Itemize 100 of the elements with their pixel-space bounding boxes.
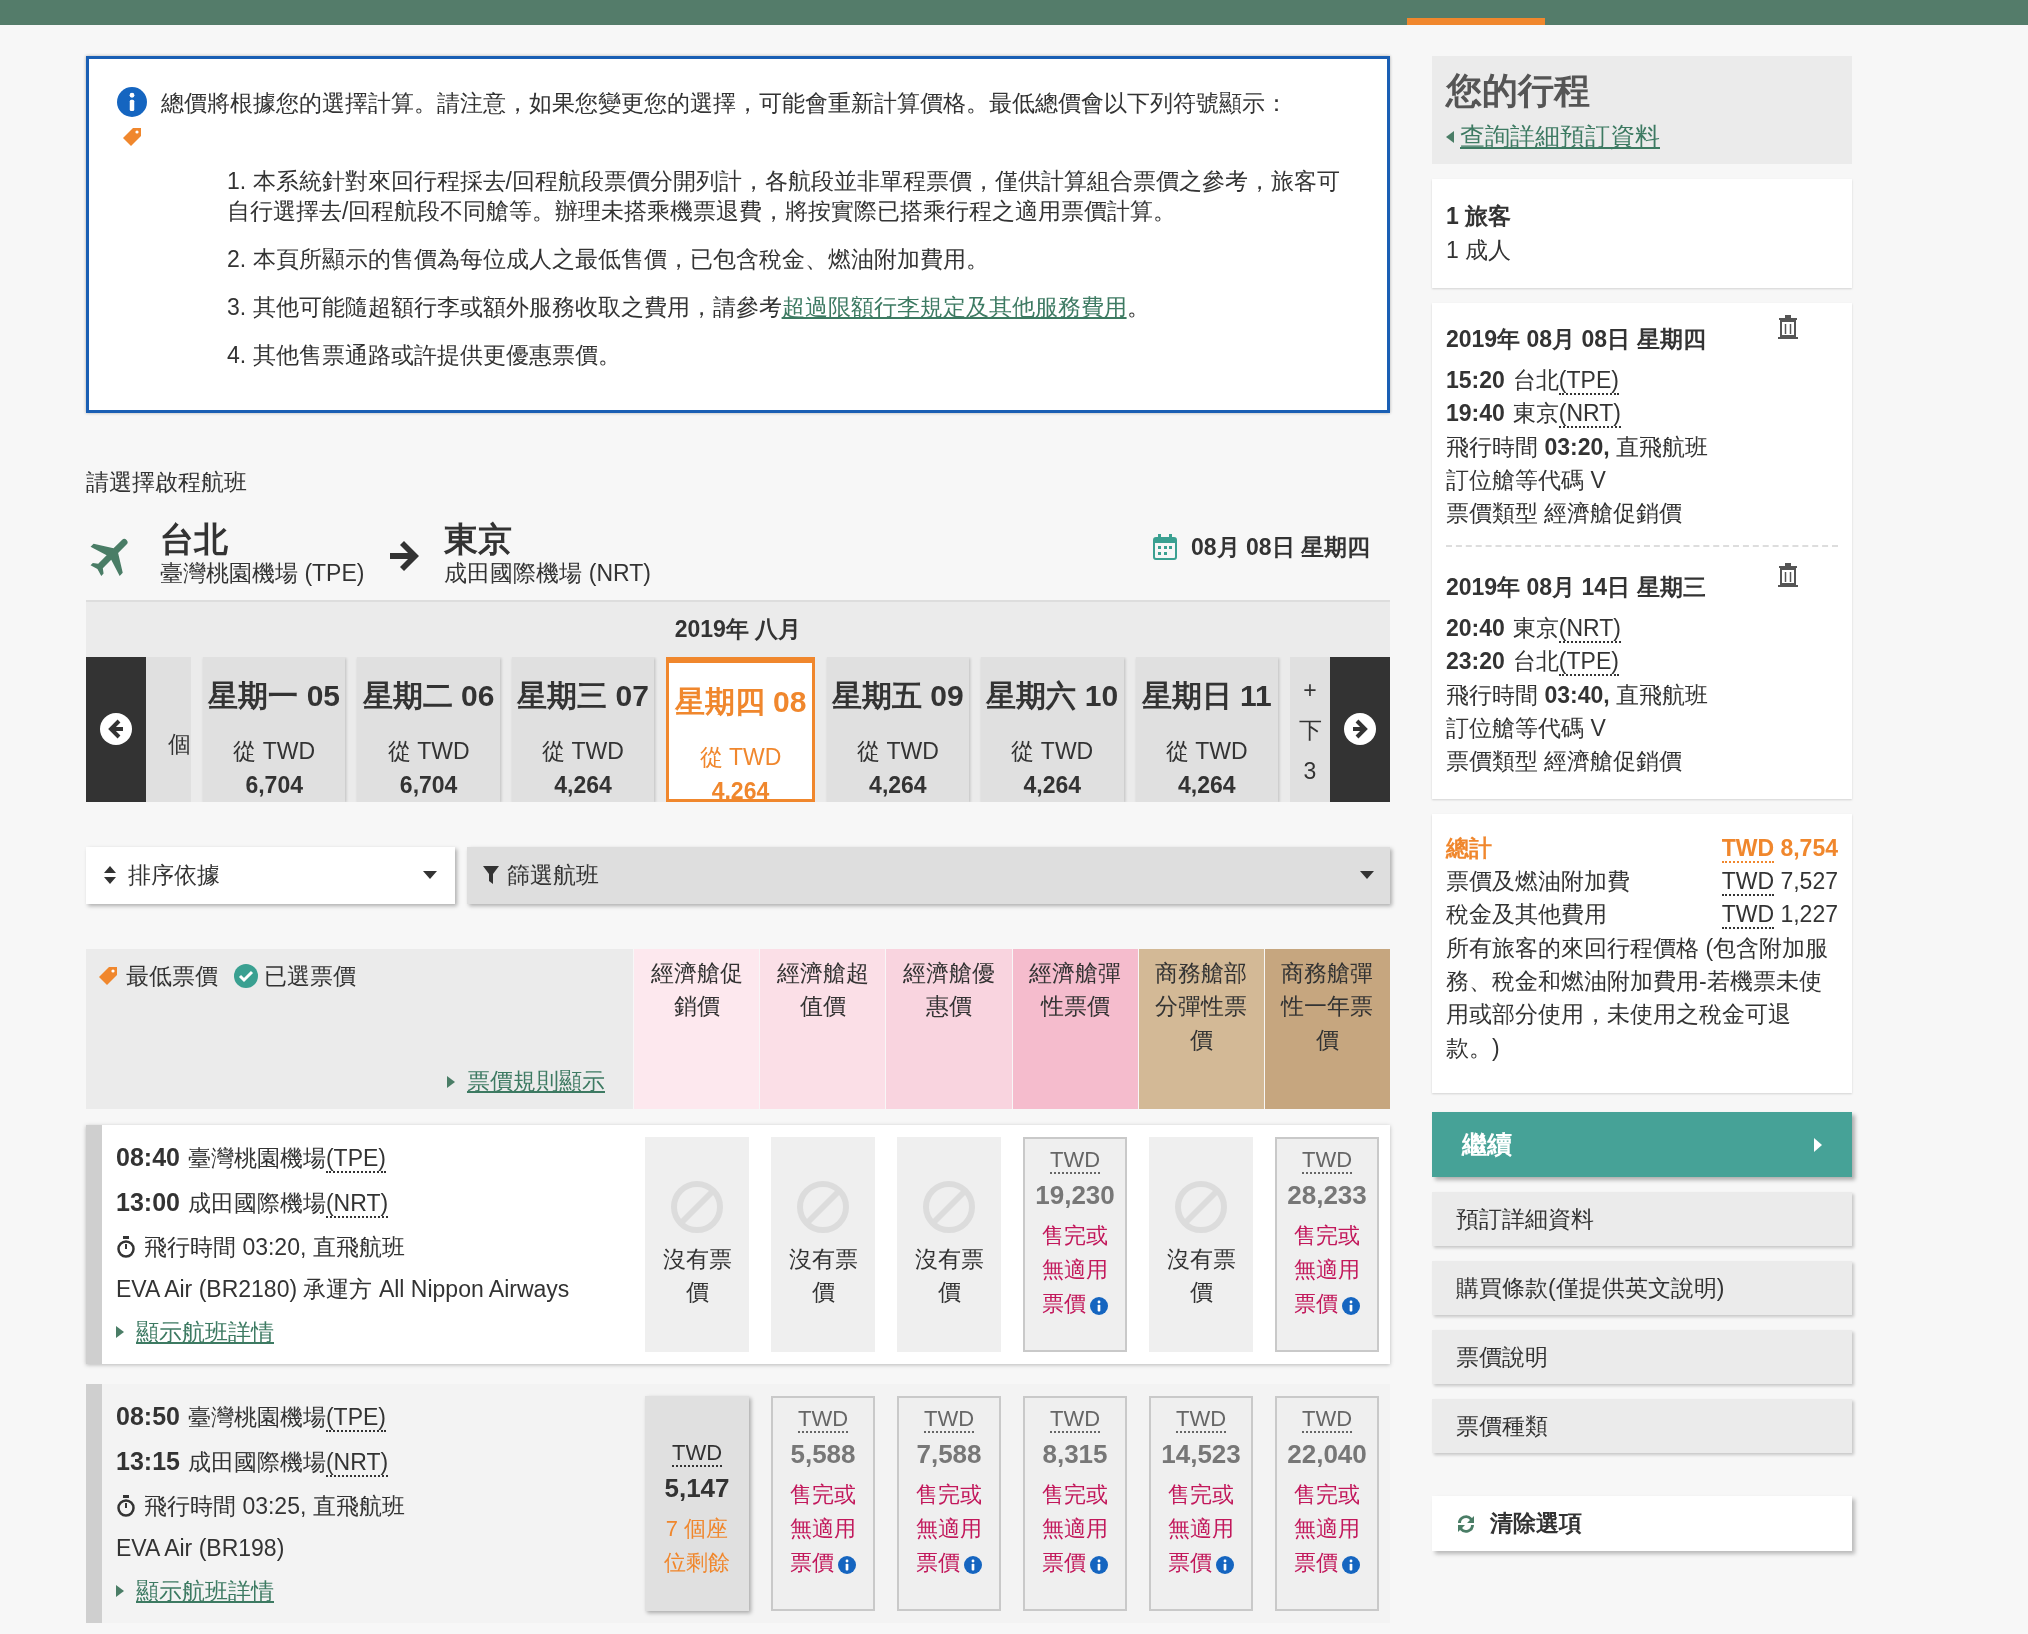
sold-out-note: 售完或無適用票價 bbox=[915, 1480, 983, 1578]
arrow-right-icon bbox=[1343, 712, 1377, 747]
total-amount: TWD 8,754 bbox=[1721, 833, 1838, 865]
date-tile[interactable]: 星期五 09 從 TWD 4,264 bbox=[826, 656, 970, 802]
trash-icon[interactable] bbox=[1778, 314, 1798, 339]
currency-code: TWD bbox=[1301, 1146, 1353, 1174]
caret-icon bbox=[447, 1075, 455, 1088]
fare-option[interactable]: TWD 5,147 7 個座位剩餘 bbox=[645, 1395, 749, 1611]
info-button[interactable]: 預訂詳細資料 bbox=[1432, 1192, 1852, 1247]
total-note: 所有旅客的來回行程價格 (包含附加服務、稅金和燃油附加費用-若機票未使用或部分使用，未使用之稅金可退款。) bbox=[1446, 933, 1830, 1063]
date-tile[interactable]: 星期六 10 從 TWD 4,264 bbox=[981, 656, 1124, 802]
total-label: 總計 bbox=[1446, 833, 1492, 863]
filter-icon bbox=[483, 866, 499, 885]
fare-type: 票價類型 經濟艙促銷價 bbox=[1446, 499, 1684, 529]
date-tile-text: 3 bbox=[1303, 756, 1317, 786]
info-icon bbox=[1090, 1556, 1108, 1575]
no-fare-text: 沒有票價 bbox=[787, 1245, 859, 1308]
currency-code: TWD bbox=[1049, 1405, 1101, 1433]
arrival-airport: 成田國際機場(NRT) bbox=[187, 1448, 389, 1480]
segment-time: 23:20 bbox=[1446, 647, 1505, 677]
itinerary-title: 您的行程 bbox=[1446, 69, 1591, 113]
info-button[interactable]: 票價種類 bbox=[1432, 1399, 1852, 1454]
departure-airport: 臺灣桃園機場(TPE) bbox=[187, 1402, 386, 1434]
next-button[interactable] bbox=[1330, 656, 1390, 802]
segment-time: 20:40 bbox=[1446, 613, 1505, 643]
fare-column-header: 商務艙部分彈性票價 bbox=[1138, 948, 1264, 1109]
carrier-info: EVA Air (BR2180) 承運方 All Nippon Airways bbox=[116, 1275, 571, 1305]
filter-dropdown[interactable]: 篩選航班 bbox=[467, 846, 1390, 904]
caret-down-icon bbox=[423, 871, 437, 880]
date-tile[interactable]: 星期一 05 從 TWD 6,704 bbox=[203, 656, 346, 802]
fare-rules-link[interactable]: 票價規則顯示 bbox=[467, 1064, 605, 1099]
selected-date: 08月 08日 星期四 bbox=[1191, 532, 1370, 562]
segment-place: 東京(NRT) bbox=[1512, 613, 1621, 645]
departure-time: 08:50 bbox=[116, 1400, 180, 1432]
destination-city: 東京 bbox=[444, 521, 514, 556]
date-tile[interactable]: 星期三 07 從 TWD 4,264 bbox=[511, 656, 655, 802]
date-tile[interactable]: 星期二 06 從 TWD 6,704 bbox=[357, 656, 500, 802]
origin-airport: 臺灣桃園機場 (TPE) bbox=[160, 558, 365, 588]
airport-code: (TPE) bbox=[325, 1144, 386, 1173]
date-tile[interactable]: + 下 3 bbox=[1290, 656, 1330, 802]
sort-icon bbox=[104, 866, 116, 885]
caret-down-icon bbox=[1360, 871, 1374, 880]
origin-city: 台北 bbox=[160, 521, 229, 556]
info-button[interactable]: 票價說明 bbox=[1432, 1330, 1852, 1385]
stopwatch-icon bbox=[116, 1236, 136, 1259]
segment-duration: 飛行時間 03:20, 直飛航班 bbox=[1446, 432, 1709, 462]
departure-time: 08:40 bbox=[116, 1141, 180, 1173]
segment-time: 19:40 bbox=[1446, 399, 1505, 429]
caret-icon bbox=[116, 1326, 124, 1339]
currency-code: TWD bbox=[1721, 867, 1775, 896]
fare-price: 14,523 bbox=[1161, 1437, 1241, 1471]
flight-duration: 飛行時間 03:20, 直飛航班 bbox=[144, 1232, 405, 1262]
fare-type: 票價類型 經濟艙促銷價 bbox=[1446, 747, 1684, 777]
flight-row[interactable]: 08:40 臺灣桃園機場(TPE) 13:00 成田國際機場(NRT) 飛行時間 03:20, 直飛航班 EVA Air (BR2180) 承運方 All Nippon Airways 顯示航班詳情 沒有票價 沒有票價 沒有票價 TWD 19,230 售完或無適用票價 沒有票價 TWD 28,233 售完或無適用票價 bbox=[86, 1124, 1390, 1364]
cost-amount: TWD 7,527 bbox=[1721, 866, 1838, 898]
fare-column-header: 經濟艙超值價 bbox=[760, 948, 886, 1109]
clear-selection-button[interactable]: 清除選項 bbox=[1432, 1496, 1852, 1552]
currency-code: TWD bbox=[923, 1405, 975, 1433]
segment-date: 2019年 08月 08日 星期四 bbox=[1446, 324, 1706, 354]
sold-out-note: 售完或無適用票價 bbox=[1293, 1480, 1361, 1578]
segment-duration: 飛行時間 03:40, 直飛航班 bbox=[1446, 680, 1709, 710]
segment-place: 台北(TPE) bbox=[1512, 365, 1619, 397]
trash-icon[interactable] bbox=[1778, 562, 1798, 587]
no-fare-text: 沒有票價 bbox=[913, 1245, 985, 1308]
info-icon bbox=[1216, 1556, 1234, 1575]
notice-item: 3. 其他可能隨超額行李或額外服務收取之費用，請參考超過限額行李規定及其他服務費用。 bbox=[227, 292, 1151, 322]
sold-out-note: 售完或無適用票價 bbox=[1041, 1480, 1109, 1578]
baggage-fees-link[interactable]: 超過限額行李規定及其他服務費用 bbox=[781, 293, 1127, 320]
info-button[interactable]: 購買條款(僅提供英文說明) bbox=[1432, 1261, 1852, 1316]
cost-label: 稅金及其他費用 bbox=[1446, 900, 1607, 930]
notice-item: 1. 本系統針對來回行程採去/回程航段票價分開列計，各航段並非單程票價，僅供計算組合票價之參考，旅客可自行選擇去/回程航段不同艙等。辦理未搭乘機票退費，將按實際已搭乘行程之適用票價計算。 bbox=[227, 167, 1341, 226]
fare-column-header: 商務艙彈性一年票價 bbox=[1264, 948, 1390, 1109]
flight-duration: 飛行時間 03:25, 直飛航班 bbox=[144, 1491, 405, 1521]
fare-column-header: 經濟艙彈性票價 bbox=[1012, 948, 1138, 1109]
flight-details-link[interactable]: 顯示航班詳情 bbox=[136, 1314, 274, 1350]
fare-price: 28,233 bbox=[1287, 1178, 1367, 1212]
departure-airport: 臺灣桃園機場(TPE) bbox=[187, 1143, 386, 1175]
previous-button[interactable] bbox=[86, 656, 146, 802]
caret-left-icon bbox=[1446, 130, 1454, 143]
segment-place: 台北(TPE) bbox=[1512, 647, 1619, 679]
stopwatch-icon bbox=[116, 1495, 136, 1518]
destination-airport: 成田國際機場 (NRT) bbox=[444, 558, 651, 588]
booking-class: 訂位艙等代碼 V bbox=[1446, 465, 1607, 495]
info-icon bbox=[964, 1556, 982, 1575]
airport-code: (NRT) bbox=[1558, 614, 1621, 643]
calendar-icon bbox=[1153, 534, 1178, 561]
sort-dropdown[interactable]: 排序依據 bbox=[86, 846, 455, 904]
info-icon bbox=[1342, 1297, 1360, 1316]
section-title: 請選擇啟程航班 bbox=[86, 468, 248, 498]
airport-code: (NRT) bbox=[325, 1449, 389, 1478]
currency-code: TWD bbox=[1721, 834, 1775, 863]
check-circle-icon bbox=[234, 964, 258, 989]
flight-row[interactable]: 08:50 臺灣桃園機場(TPE) 13:15 成田國際機場(NRT) 飛行時間 03:25, 直飛航班 EVA Air (BR198) 顯示航班詳情 TWD 5,147 7 個座位剩餘 TWD 5,588 售完或無適用票價 TWD 7,588 售完或無適用票價 TWD 8,315 售完或無適用票價 TWD 14,523 售完或無適用票價 TWD 22,040 售完或無適用票價 bbox=[86, 1383, 1390, 1623]
arrival-time: 13:00 bbox=[116, 1187, 180, 1219]
date-tile[interactable]: 個 bbox=[146, 656, 191, 802]
flight-details-link[interactable]: 顯示航班詳情 bbox=[136, 1573, 274, 1609]
currency-code: TWD bbox=[1721, 901, 1775, 930]
date-tile[interactable]: 星期日 11 從 TWD 4,264 bbox=[1135, 656, 1278, 802]
booking-details-link[interactable]: 查詢詳細預訂資料 bbox=[1460, 118, 1660, 156]
fare-price: 5,588 bbox=[790, 1437, 856, 1471]
